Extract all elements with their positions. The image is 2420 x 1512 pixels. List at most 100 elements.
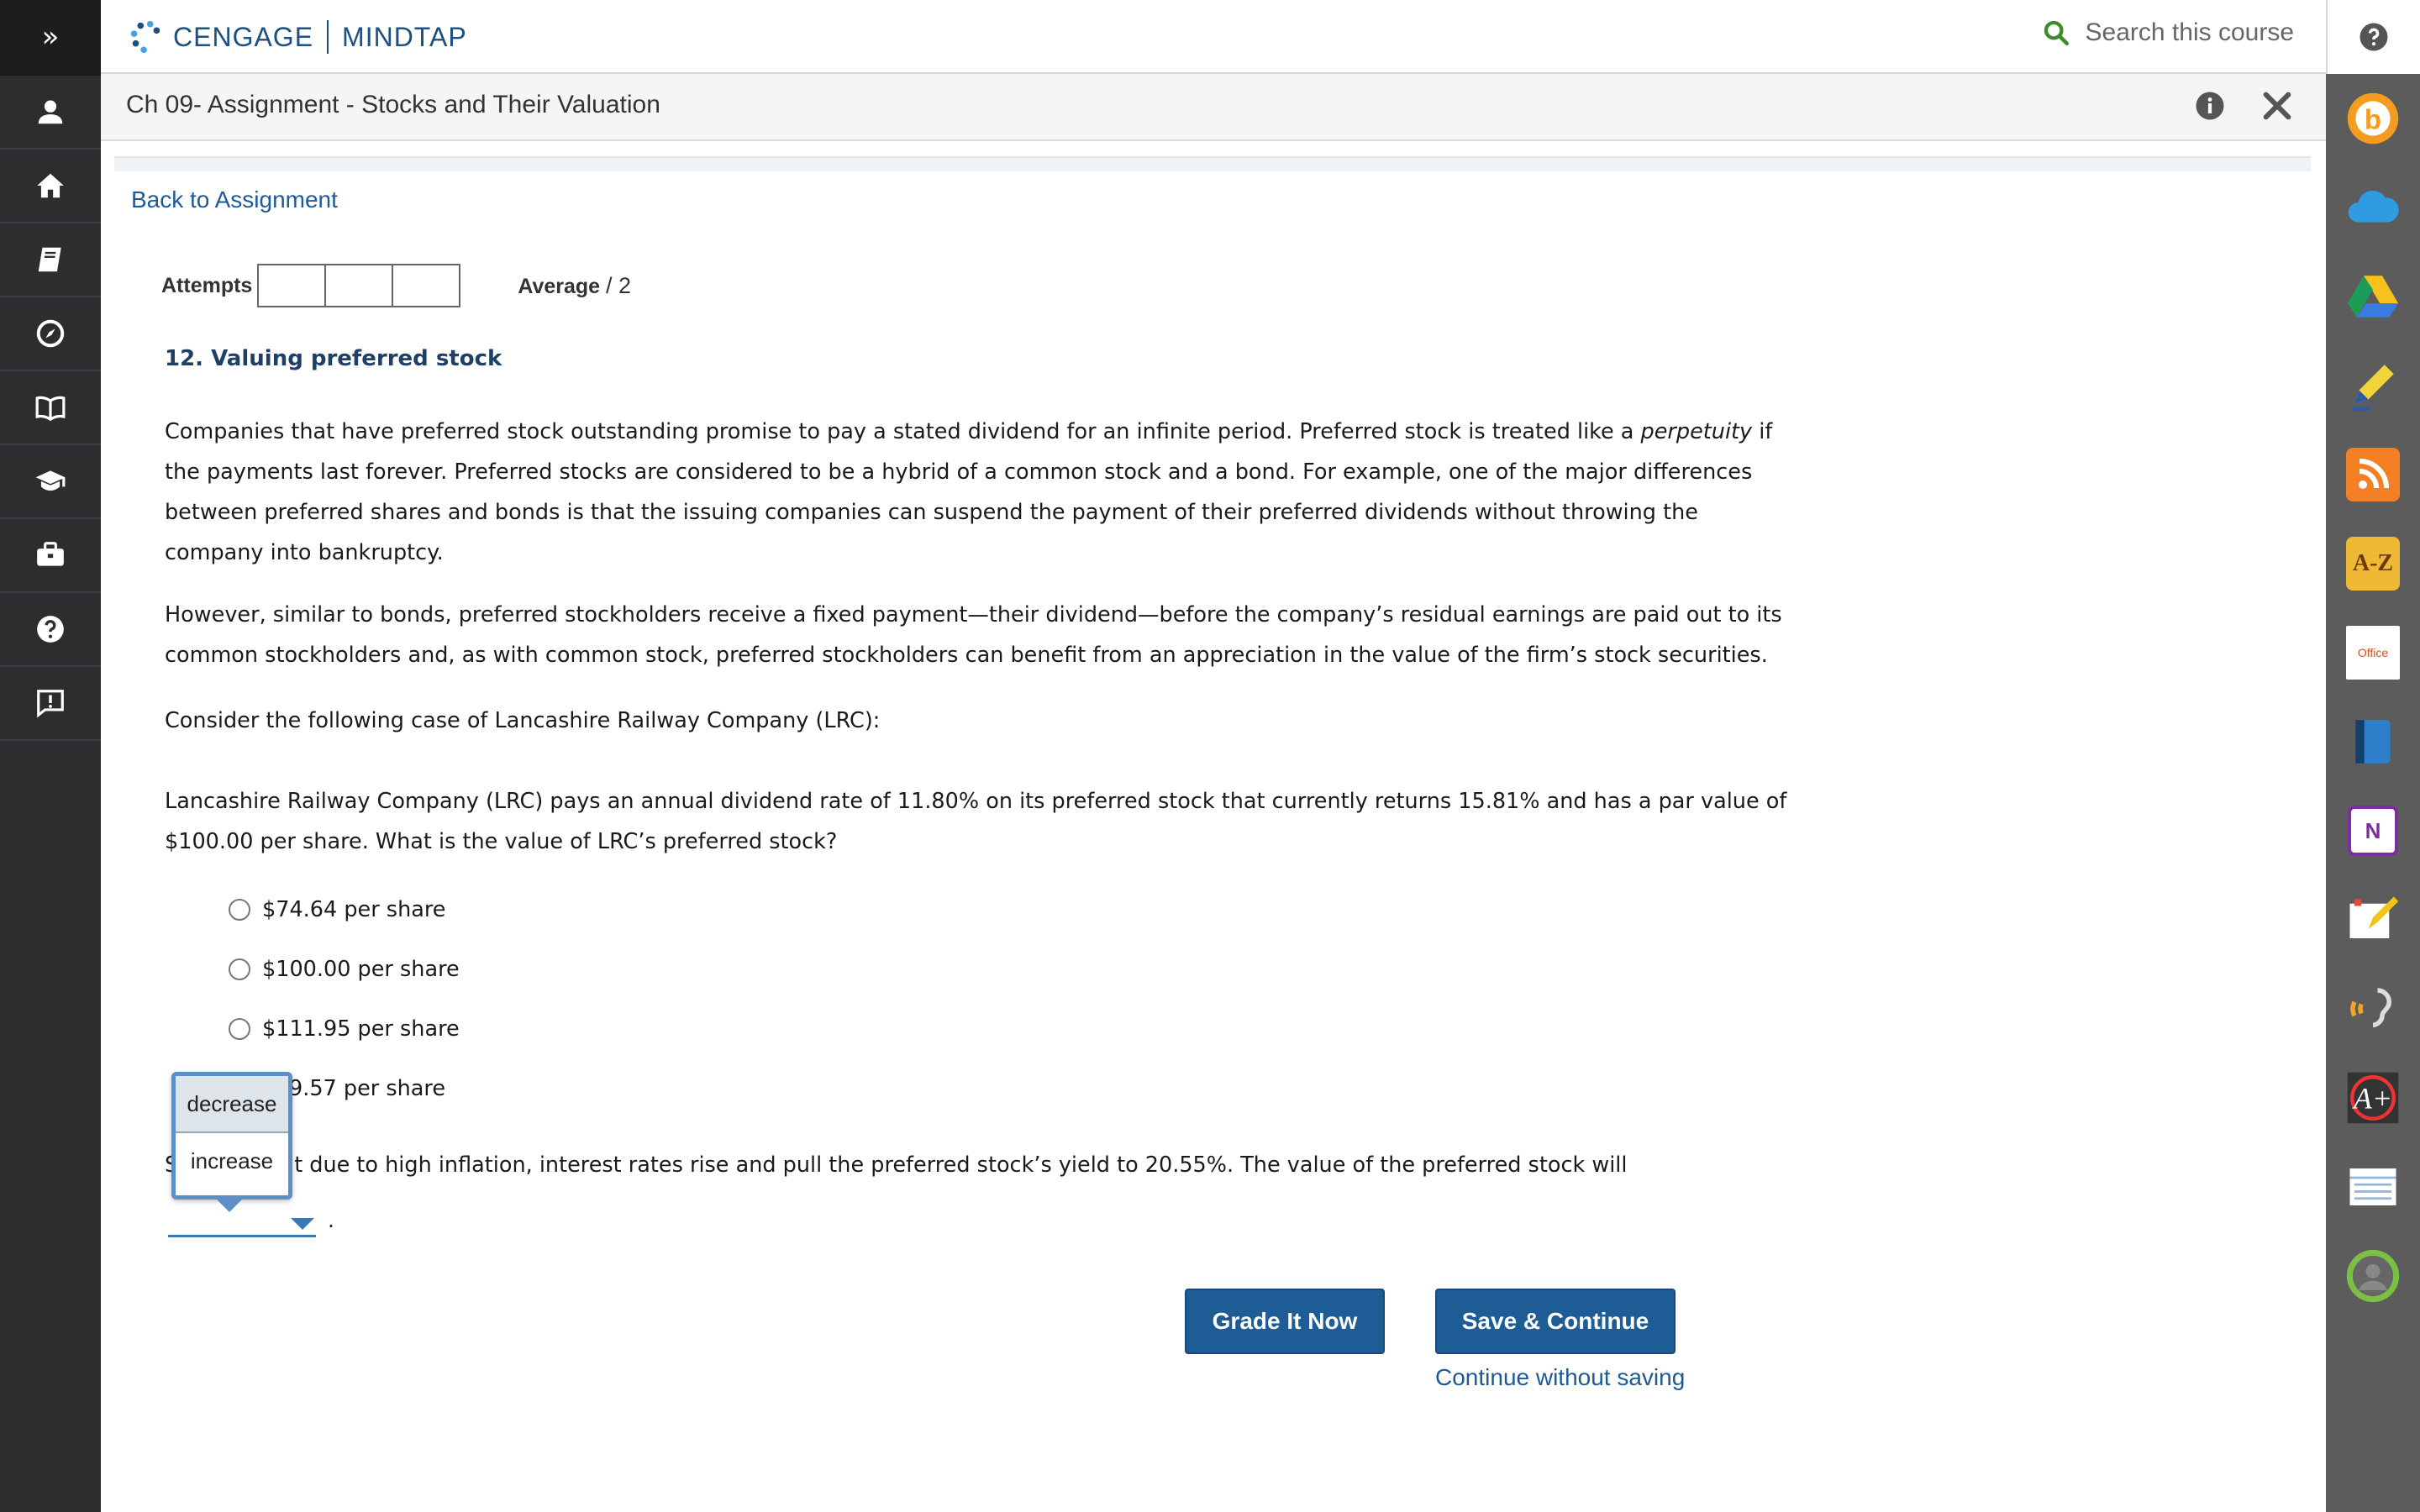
top-header: CENGAGE MINDTAP Search this course bbox=[101, 0, 2326, 74]
help-button[interactable] bbox=[2326, 0, 2420, 74]
app-onedrive[interactable] bbox=[2326, 163, 2420, 252]
cloud-icon bbox=[2348, 191, 2399, 223]
orange-b-icon: b bbox=[2347, 92, 2399, 144]
pen-icon bbox=[2352, 365, 2394, 411]
radio-button[interactable] bbox=[229, 1018, 250, 1040]
open-book-icon bbox=[35, 396, 66, 422]
app-rss[interactable] bbox=[2326, 430, 2420, 519]
question-paragraph-2: However, similar to bonds, preferred sto… bbox=[165, 602, 1782, 668]
sentence-period: . bbox=[328, 1208, 334, 1232]
dropdown-menu: decrease increase bbox=[171, 1072, 292, 1212]
nav-feedback[interactable] bbox=[0, 667, 101, 741]
dropdown-select[interactable] bbox=[168, 1235, 316, 1237]
nav-grades[interactable] bbox=[0, 445, 101, 519]
grade-it-now-button[interactable]: Grade It Now bbox=[1185, 1289, 1385, 1354]
app-bookshelf[interactable]: b bbox=[2326, 74, 2420, 163]
nav-ebook[interactable] bbox=[0, 371, 101, 445]
info-icon[interactable] bbox=[2195, 91, 2225, 121]
cengage-logo-icon bbox=[130, 20, 160, 54]
attempt-box bbox=[392, 264, 461, 307]
answer-option-label: $74.64 per share bbox=[262, 897, 446, 922]
svg-text:b: b bbox=[2365, 103, 2381, 134]
app-google-drive[interactable] bbox=[2326, 252, 2420, 341]
average-score: Average / 2 bbox=[518, 273, 631, 299]
book-icon bbox=[38, 247, 61, 272]
perpetuity-term: perpetuity bbox=[1640, 419, 1753, 444]
expand-nav-button[interactable]: » bbox=[0, 0, 101, 76]
brand-divider bbox=[327, 20, 329, 54]
app-dock: b A-Z Office N A+ bbox=[2326, 0, 2420, 1512]
chevron-down-icon[interactable] bbox=[291, 1218, 314, 1230]
activity-title-bar: Ch 09- Assignment - Stocks and Their Val… bbox=[101, 74, 2326, 141]
continue-without-saving-link[interactable]: Continue without saving bbox=[1435, 1364, 1685, 1391]
app-glossary[interactable]: A-Z bbox=[2326, 519, 2420, 608]
followup-question: St due to high inflation, interest rates… bbox=[165, 1152, 1627, 1178]
answer-option[interactable]: $74.64 per share bbox=[229, 897, 445, 922]
app-profile[interactable] bbox=[2326, 1231, 2420, 1320]
google-drive-icon bbox=[2347, 276, 2399, 318]
app-office[interactable]: Office bbox=[2326, 608, 2420, 697]
save-and-continue-button[interactable]: Save & Continue bbox=[1435, 1289, 1676, 1354]
user-icon bbox=[38, 100, 63, 124]
avatar-icon bbox=[2346, 1249, 2400, 1303]
speaker-ear-icon bbox=[2350, 988, 2392, 1027]
double-chevron-right-icon: » bbox=[41, 20, 60, 54]
attempt-box bbox=[324, 264, 394, 307]
answer-option-label: 9.57 per share bbox=[289, 1076, 446, 1101]
az-glossary-icon: A-Z bbox=[2346, 537, 2400, 591]
activity-title: Ch 09- Assignment - Stocks and Their Val… bbox=[126, 91, 660, 118]
blue-book-icon bbox=[2355, 720, 2391, 764]
question-paragraph-1: Companies that have preferred stock outs… bbox=[165, 412, 1803, 573]
attempt-box bbox=[257, 264, 327, 307]
answer-option-label: $111.95 per share bbox=[262, 1016, 460, 1042]
left-nav-rail: » bbox=[0, 0, 101, 1512]
nav-readings[interactable] bbox=[0, 223, 101, 297]
back-to-assignment-link[interactable]: Back to Assignment bbox=[131, 186, 338, 213]
office-icon: Office bbox=[2346, 626, 2400, 680]
home-icon bbox=[37, 173, 64, 198]
course-search[interactable]: Search this course bbox=[2042, 18, 2294, 47]
graduation-cap-icon bbox=[35, 470, 66, 491]
attempts-label: Attempts bbox=[161, 273, 253, 297]
answer-option[interactable]: $100.00 per share bbox=[229, 957, 460, 982]
search-icon bbox=[2044, 20, 2069, 46]
nav-home[interactable] bbox=[0, 150, 101, 223]
app-flashcards[interactable] bbox=[2326, 1142, 2420, 1231]
app-notes-pen[interactable] bbox=[2326, 341, 2420, 430]
radio-button[interactable] bbox=[229, 899, 250, 921]
compass-icon bbox=[36, 319, 65, 348]
dropdown-option-decrease[interactable]: decrease bbox=[176, 1076, 288, 1133]
nav-help[interactable] bbox=[0, 593, 101, 667]
paragraph-text: Companies that have preferred stock outs… bbox=[165, 419, 1641, 444]
brand-mindtap: MINDTAP bbox=[342, 21, 467, 52]
dropdown-pointer bbox=[216, 1199, 243, 1212]
onenote-icon: N bbox=[2348, 806, 2398, 856]
radio-button[interactable] bbox=[229, 958, 250, 980]
app-readspeaker[interactable] bbox=[2326, 964, 2420, 1053]
app-ebook[interactable] bbox=[2326, 697, 2420, 786]
svg-text:A+: A+ bbox=[2352, 1081, 2392, 1115]
search-input[interactable]: Search this course bbox=[2086, 18, 2294, 47]
rss-icon bbox=[2346, 448, 2400, 501]
close-icon[interactable] bbox=[2260, 89, 2294, 123]
note-pencil-icon bbox=[2349, 896, 2399, 938]
feedback-icon bbox=[37, 690, 64, 718]
question-paragraph-4: Lancashire Railway Company (LRC) pays an… bbox=[165, 789, 1787, 854]
app-notes[interactable] bbox=[2326, 875, 2420, 964]
help-icon bbox=[2360, 23, 2388, 51]
app-onenote[interactable]: N bbox=[2326, 786, 2420, 875]
cengage-mindtap-logo[interactable]: CENGAGE MINDTAP bbox=[126, 17, 467, 57]
nav-tools[interactable] bbox=[0, 519, 101, 593]
question-circle-icon bbox=[37, 616, 64, 643]
dropdown-option-increase[interactable]: increase bbox=[176, 1133, 288, 1189]
answer-option-label: $100.00 per share bbox=[262, 957, 460, 982]
a-plus-icon: A+ bbox=[2347, 1072, 2399, 1124]
question-title: 12. Valuing preferred stock bbox=[165, 346, 502, 371]
average-value: / 2 bbox=[606, 272, 632, 298]
answer-option[interactable]: $111.95 per share bbox=[229, 1016, 460, 1042]
followup-sentence: t due to high inflation, interest rates … bbox=[294, 1152, 1628, 1178]
nav-profile[interactable] bbox=[0, 76, 101, 150]
briefcase-icon bbox=[37, 542, 64, 566]
app-aplia[interactable]: A+ bbox=[2326, 1053, 2420, 1142]
nav-explore[interactable] bbox=[0, 297, 101, 371]
